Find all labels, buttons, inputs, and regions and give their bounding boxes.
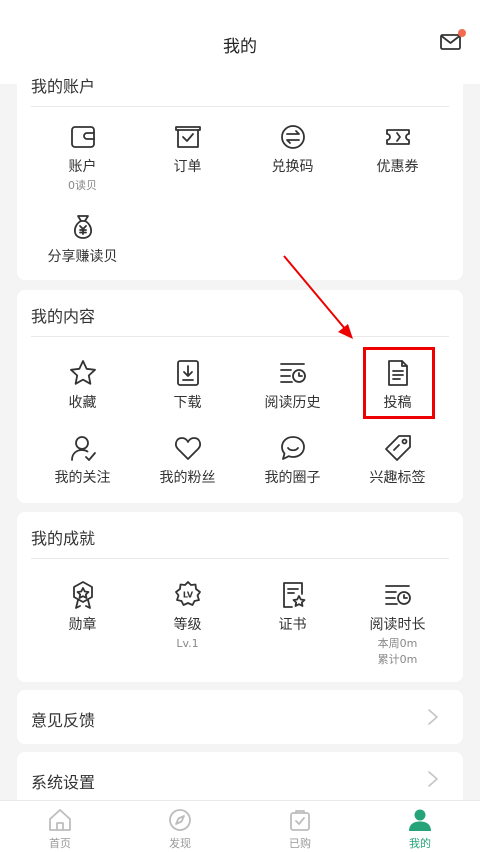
heart-icon bbox=[174, 437, 201, 460]
chevron-right-icon bbox=[428, 709, 438, 725]
mail-button[interactable] bbox=[440, 29, 466, 51]
bottom-tab-bar: 首页 发现 已购 我的 bbox=[0, 800, 480, 852]
content-item-favorites[interactable]: 收藏 bbox=[27, 358, 138, 412]
profile-icon bbox=[409, 809, 431, 831]
compass-icon bbox=[169, 809, 191, 831]
notification-dot bbox=[458, 29, 466, 37]
item-label: 兴趣标签 bbox=[369, 470, 426, 486]
item-label: 我的关注 bbox=[54, 470, 111, 486]
tab-label: 首页 bbox=[49, 837, 71, 850]
item-label: 我的粉丝 bbox=[159, 470, 216, 486]
item-label: 勋章 bbox=[68, 617, 97, 633]
item-label: 阅读历史 bbox=[264, 395, 321, 411]
divider bbox=[31, 336, 449, 337]
content-item-following[interactable]: 我的关注 bbox=[27, 433, 138, 487]
account-title: 我的账户 bbox=[31, 77, 96, 96]
reading-time-icon bbox=[384, 585, 411, 605]
exchange-icon bbox=[280, 125, 305, 149]
order-icon bbox=[174, 126, 201, 148]
tag-icon bbox=[384, 435, 411, 461]
certificate-icon bbox=[282, 582, 305, 608]
history-icon bbox=[279, 363, 306, 383]
achievement-card: 我的成就 勋章 LV 等级 Lv.1 证书 阅读时长 本周0m 累计0m bbox=[17, 512, 463, 682]
chevron-right-icon bbox=[428, 771, 438, 787]
item-label: 下载 bbox=[173, 395, 202, 411]
achievement-item-medals[interactable]: 勋章 bbox=[27, 580, 138, 634]
weekly-time-value: 本周0m bbox=[377, 637, 418, 650]
item-label: 订单 bbox=[173, 159, 202, 175]
content-item-history[interactable]: 阅读历史 bbox=[237, 358, 348, 412]
home-icon bbox=[49, 809, 71, 831]
tab-mine[interactable]: 我的 bbox=[360, 807, 480, 851]
svg-text:LV: LV bbox=[182, 591, 193, 600]
star-icon bbox=[69, 360, 96, 385]
item-label: 优惠券 bbox=[376, 159, 419, 175]
item-label: 证书 bbox=[278, 617, 307, 633]
settings-row[interactable]: 系统设置 bbox=[17, 752, 463, 806]
download-icon bbox=[176, 360, 199, 386]
item-label: 兑换码 bbox=[271, 159, 314, 175]
content-item-fans[interactable]: 我的粉丝 bbox=[132, 433, 243, 487]
tab-label: 发现 bbox=[169, 837, 191, 850]
account-item-orders[interactable]: 订单 bbox=[132, 122, 243, 176]
account-card: 我的账户 账户 0读贝 订单 兑换码 优惠券 分享赚读贝 bbox=[17, 60, 463, 280]
content-item-tags[interactable]: 兴趣标签 bbox=[342, 433, 453, 487]
achievement-item-certificates[interactable]: 证书 bbox=[237, 580, 348, 634]
user-check-icon bbox=[70, 436, 96, 461]
feedback-row[interactable]: 意见反馈 bbox=[17, 690, 463, 744]
account-item-coupon[interactable]: 优惠券 bbox=[342, 122, 453, 176]
item-label: 我的圈子 bbox=[264, 470, 321, 486]
highlight-box bbox=[363, 347, 435, 419]
tab-home[interactable]: 首页 bbox=[0, 807, 120, 851]
item-label: 账户 bbox=[68, 159, 97, 175]
account-item-wallet[interactable]: 账户 0读贝 bbox=[27, 122, 138, 194]
level-value: Lv.1 bbox=[176, 637, 199, 650]
divider bbox=[31, 558, 449, 559]
row-label: 意见反馈 bbox=[31, 711, 96, 730]
chat-bubble-icon bbox=[280, 436, 305, 460]
coupon-icon bbox=[385, 129, 410, 145]
medal-icon bbox=[72, 581, 93, 609]
balance-value: 0读贝 bbox=[68, 179, 97, 192]
money-bag-icon bbox=[73, 215, 92, 239]
item-label: 分享赚读贝 bbox=[47, 249, 118, 265]
content-item-download[interactable]: 下载 bbox=[132, 358, 243, 412]
account-item-share-earn[interactable]: 分享赚读贝 bbox=[27, 212, 138, 266]
purchased-bag-icon bbox=[290, 810, 310, 831]
page-title: 我的 bbox=[223, 37, 257, 57]
row-label: 系统设置 bbox=[31, 773, 96, 792]
divider bbox=[31, 106, 449, 107]
tab-discover[interactable]: 发现 bbox=[120, 807, 240, 851]
item-label: 收藏 bbox=[68, 395, 97, 411]
wallet-icon bbox=[70, 126, 95, 148]
achievement-item-level[interactable]: LV 等级 Lv.1 bbox=[132, 580, 243, 652]
item-label: 阅读时长 bbox=[369, 617, 426, 633]
item-label: 等级 bbox=[173, 617, 202, 633]
content-item-circles[interactable]: 我的圈子 bbox=[237, 433, 348, 487]
tab-purchased[interactable]: 已购 bbox=[240, 807, 360, 851]
achievement-title: 我的成就 bbox=[31, 529, 96, 548]
tab-label: 我的 bbox=[409, 837, 431, 850]
achievement-item-reading-time[interactable]: 阅读时长 本周0m 累计0m bbox=[342, 580, 453, 668]
content-title: 我的内容 bbox=[31, 307, 96, 326]
total-time-value: 累计0m bbox=[377, 653, 418, 666]
tab-label: 已购 bbox=[289, 837, 311, 850]
level-badge-icon: LV bbox=[174, 581, 201, 606]
account-item-exchange[interactable]: 兑换码 bbox=[237, 122, 348, 176]
